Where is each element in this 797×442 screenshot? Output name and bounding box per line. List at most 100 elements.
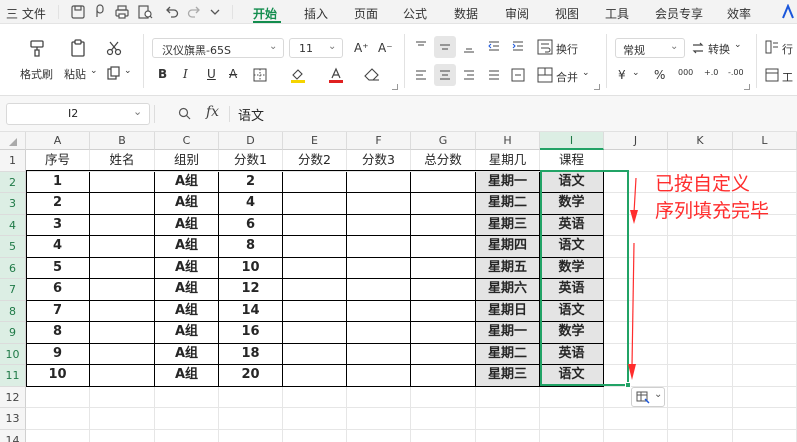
table-cell[interactable]: A组 [155,257,219,279]
file-menu[interactable]: 三 文件 [6,5,46,22]
table-cell[interactable]: 5 [26,257,90,279]
empty-cell[interactable] [90,429,155,442]
row-header[interactable]: 7 [0,279,26,301]
empty-cell[interactable] [668,429,733,442]
chevron-down-icon[interactable]: ⌄ [582,68,590,78]
column-header-e[interactable]: E [283,132,347,150]
empty-cell[interactable] [668,322,733,344]
column-header-h[interactable]: H [476,132,540,150]
alignment-dialog-launcher[interactable] [594,84,600,90]
header-cell[interactable]: 分数1 [219,150,283,172]
copy-icon[interactable] [107,66,121,80]
row-header[interactable]: 14 [0,429,26,442]
empty-cell[interactable] [733,300,797,322]
save-icon[interactable] [70,4,86,20]
header-cell[interactable]: 组别 [155,150,219,172]
table-cell[interactable] [283,365,347,387]
export-pdf-icon[interactable] [92,4,108,20]
table-cell[interactable]: 3 [26,214,90,236]
empty-cell[interactable] [347,386,411,408]
chevron-down-icon[interactable]: ⌄ [632,68,640,78]
clear-format-icon[interactable] [364,68,380,82]
increase-decimal-button[interactable]: +.0 [704,68,718,77]
empty-cell[interactable] [347,429,411,442]
table-cell[interactable]: 语文 [540,236,604,258]
row-header[interactable]: 4 [0,214,26,236]
border-icon[interactable] [253,68,267,82]
empty-cell[interactable] [347,408,411,430]
column-header-f[interactable]: F [347,132,411,150]
table-cell[interactable] [411,322,476,344]
table-cell[interactable] [347,257,411,279]
table-cell[interactable] [411,365,476,387]
column-header-a[interactable]: A [26,132,90,150]
table-cell[interactable] [411,279,476,301]
table-cell[interactable] [90,171,155,193]
tab-home[interactable]: 开始 [253,5,277,22]
worksheet-button[interactable]: 工 [782,69,793,85]
empty-cell[interactable] [155,386,219,408]
header-cell[interactable]: 序号 [26,150,90,172]
auto-fill-options-button[interactable]: ⌄ [631,387,665,407]
table-cell[interactable]: 星期四 [476,236,540,258]
table-cell[interactable] [411,193,476,215]
formula-input[interactable]: 语文 [238,105,264,124]
empty-cell[interactable] [733,236,797,258]
tab-tools[interactable]: 工具 [605,5,629,22]
column-header-g[interactable]: G [411,132,476,150]
font-shrink-button[interactable]: A⁻ [378,41,393,55]
paste-button[interactable]: 粘贴 [64,66,86,82]
table-cell[interactable]: 数学 [540,322,604,344]
table-cell[interactable]: 星期三 [476,365,540,387]
distribute-icon[interactable] [511,68,525,82]
table-cell[interactable] [411,236,476,258]
header-cell[interactable]: 分数3 [347,150,411,172]
table-cell[interactable]: 20 [219,365,283,387]
row-header[interactable]: 3 [0,193,26,215]
table-cell[interactable] [347,214,411,236]
table-cell[interactable] [283,257,347,279]
empty-cell[interactable] [733,429,797,442]
table-cell[interactable] [90,300,155,322]
thousands-separator-button[interactable]: 000 [678,68,693,77]
number-dialog-launcher[interactable] [744,84,750,90]
tab-formulas[interactable]: 公式 [403,5,427,22]
empty-cell[interactable] [26,408,90,430]
zoom-icon[interactable] [178,107,191,120]
table-cell[interactable]: A组 [155,279,219,301]
header-cell[interactable]: 总分数 [411,150,476,172]
table-cell[interactable] [283,343,347,365]
table-cell[interactable]: 6 [26,279,90,301]
font-name-select[interactable]: 汉仪旗黑-65S ⌄ [152,38,284,58]
format-painter-button[interactable]: 格式刷 [20,66,53,82]
chevron-down-icon[interactable]: ⌄ [124,66,132,76]
row-header[interactable]: 5 [0,236,26,258]
paste-icon[interactable] [68,38,88,58]
convert-icon[interactable] [691,41,705,55]
empty-cell[interactable] [668,300,733,322]
header-cell[interactable]: 课程 [540,150,604,172]
empty-cell[interactable] [283,408,347,430]
table-cell[interactable]: A组 [155,343,219,365]
fill-color-icon[interactable] [290,67,306,83]
table-cell[interactable]: 语文 [540,365,604,387]
table-cell[interactable] [347,171,411,193]
table-cell[interactable] [283,193,347,215]
table-cell[interactable] [347,365,411,387]
row-header[interactable]: 12 [0,386,26,408]
table-cell[interactable]: A组 [155,214,219,236]
table-cell[interactable]: 星期日 [476,300,540,322]
font-size-select[interactable]: 11 ⌄ [289,38,343,58]
empty-cell[interactable] [733,343,797,365]
table-cell[interactable]: 16 [219,322,283,344]
empty-cell[interactable] [733,365,797,387]
align-top-icon[interactable] [414,40,428,54]
indent-increase-icon[interactable] [511,40,525,54]
font-color-icon[interactable] [328,67,344,83]
empty-cell[interactable] [540,429,604,442]
wrap-text-icon[interactable] [537,39,553,55]
table-cell[interactable]: 2 [26,193,90,215]
table-cell[interactable] [283,214,347,236]
empty-cell[interactable] [733,322,797,344]
table-cell[interactable]: 4 [219,193,283,215]
